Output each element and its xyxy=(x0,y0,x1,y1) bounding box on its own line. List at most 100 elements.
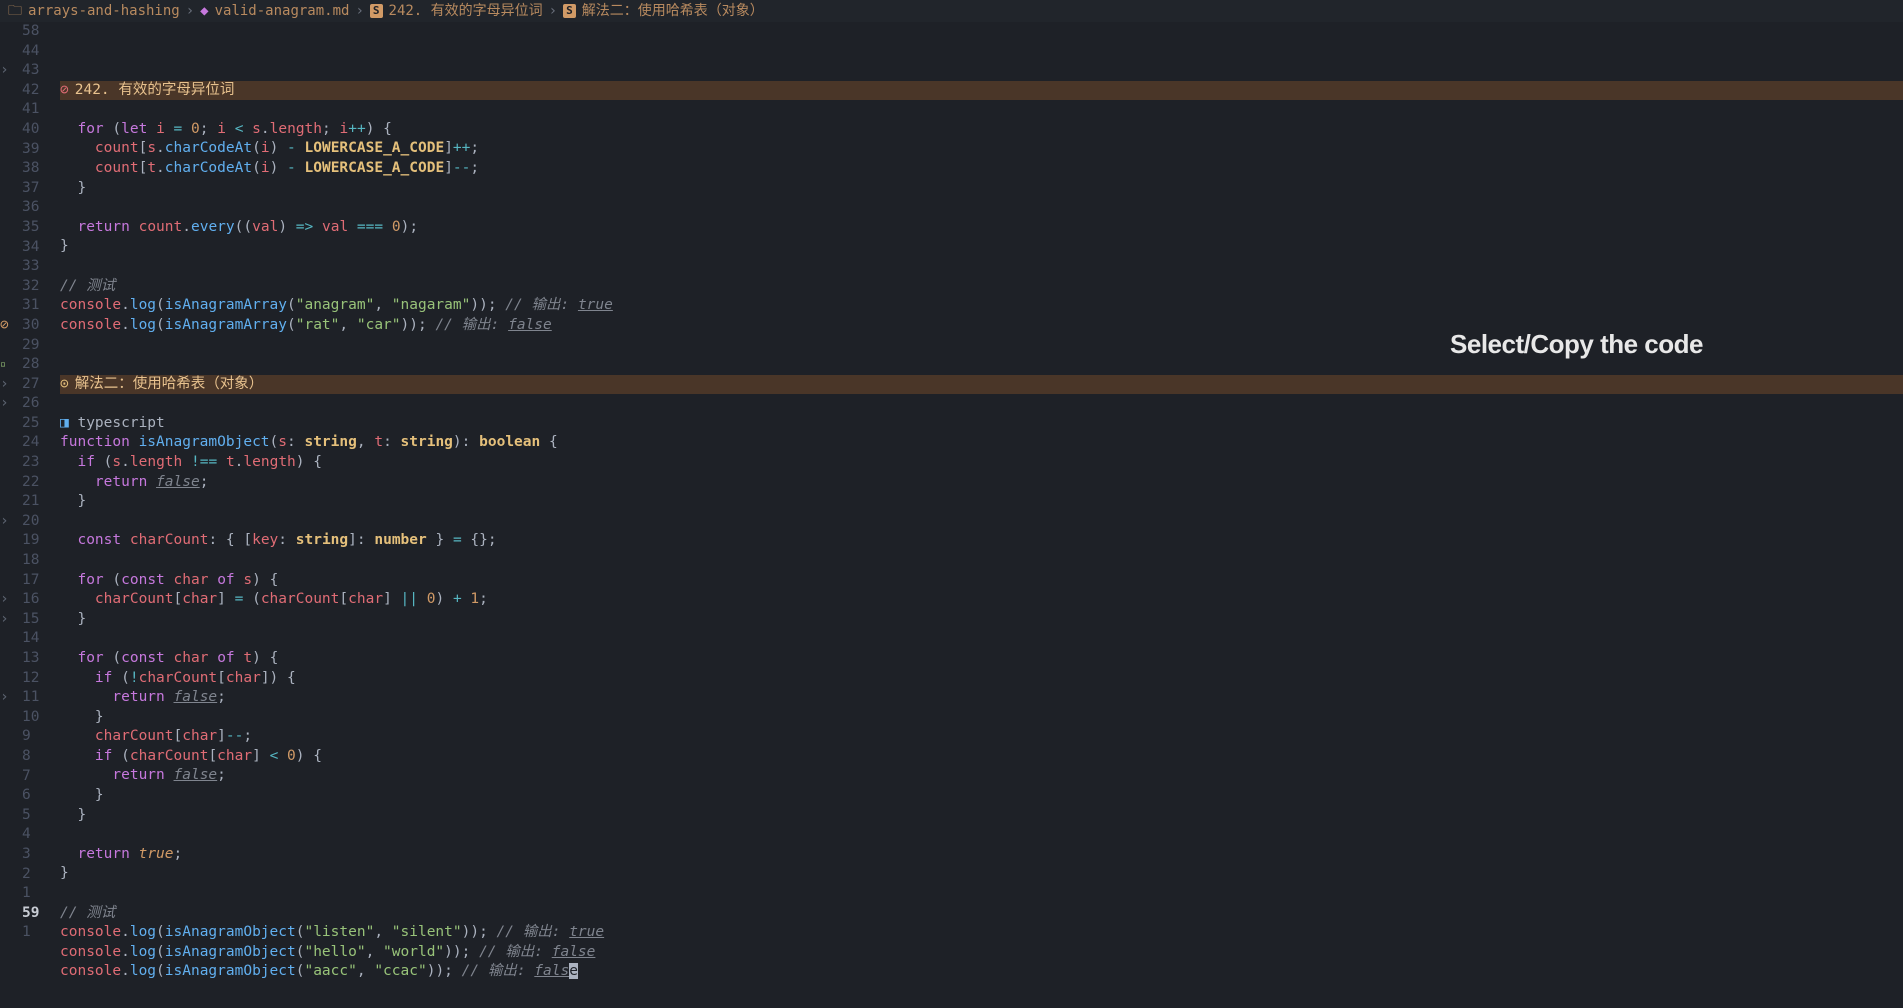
fold-sign-icon: › xyxy=(0,394,9,414)
line-number: 1 xyxy=(22,884,50,904)
code-line[interactable]: const charCount: { [key: string]: number… xyxy=(60,531,1903,551)
line-number: 18 xyxy=(22,551,50,571)
line-number: 42 xyxy=(22,81,50,101)
line-number: 36 xyxy=(22,198,50,218)
section-icon: S xyxy=(370,4,383,19)
section-icon: S xyxy=(563,4,576,19)
code-line[interactable] xyxy=(60,884,1903,904)
heading-icon: ⊙ xyxy=(60,375,69,395)
code-editor[interactable]: ›⊘▫›››››› 584443424140393837363534333231… xyxy=(0,22,1903,1002)
code-line[interactable]: return false; xyxy=(60,473,1903,493)
code-line[interactable]: if (charCount[char] < 0) { xyxy=(60,747,1903,767)
line-number: 13 xyxy=(22,649,50,669)
markdown-icon: ◆ xyxy=(200,2,208,21)
line-number: 20 xyxy=(22,512,50,532)
code-line[interactable] xyxy=(60,629,1903,649)
code-line[interactable]: } xyxy=(60,179,1903,199)
line-number: 8 xyxy=(22,747,50,767)
line-number: 7 xyxy=(22,767,50,787)
code-line[interactable]: for (const char of s) { xyxy=(60,571,1903,591)
breadcrumb-section2[interactable]: 解法二：使用哈希表（对象） xyxy=(582,2,764,21)
line-number: 10 xyxy=(22,708,50,728)
code-line[interactable] xyxy=(60,551,1903,571)
code-line[interactable]: } xyxy=(60,864,1903,884)
fold-sign-icon: › xyxy=(0,688,9,708)
line-number: 25 xyxy=(22,414,50,434)
line-number: 22 xyxy=(22,473,50,493)
breadcrumb-folder[interactable]: arrays-and-hashing xyxy=(28,2,180,21)
fold-sign-icon: › xyxy=(0,610,9,630)
line-number: 14 xyxy=(22,629,50,649)
line-number: 44 xyxy=(22,42,50,62)
code-line[interactable]: } xyxy=(60,806,1903,826)
code-line[interactable] xyxy=(60,257,1903,277)
code-line[interactable]: charCount[char] = (charCount[char] || 0)… xyxy=(60,590,1903,610)
code-line[interactable] xyxy=(60,982,1903,1002)
code-line[interactable] xyxy=(60,394,1903,414)
code-line[interactable] xyxy=(60,825,1903,845)
code-line[interactable]: } xyxy=(60,492,1903,512)
line-number: 26 xyxy=(22,394,50,414)
language-label: typescript xyxy=(77,414,164,434)
code-line[interactable] xyxy=(60,512,1903,532)
line-number: 58 xyxy=(22,22,50,42)
line-number: 12 xyxy=(22,669,50,689)
code-line[interactable]: ◨ typescript xyxy=(60,414,1903,434)
line-number: 6 xyxy=(22,786,50,806)
code-line[interactable]: // 测试 xyxy=(60,277,1903,297)
code-line[interactable]: charCount[char]--; xyxy=(60,727,1903,747)
breadcrumb[interactable]: 🗀 arrays-and-hashing › ◆ valid-anagram.m… xyxy=(0,0,1903,22)
code-line[interactable]: function isAnagramObject(s: string, t: s… xyxy=(60,433,1903,453)
code-line[interactable]: if (!charCount[char]) { xyxy=(60,669,1903,689)
code-line[interactable]: return false; xyxy=(60,766,1903,786)
line-number: 23 xyxy=(22,453,50,473)
code-line[interactable]: for (const char of t) { xyxy=(60,649,1903,669)
code-line[interactable]: console.log(isAnagramObject("listen", "s… xyxy=(60,923,1903,943)
breadcrumb-section1[interactable]: 242. 有效的字母异位词 xyxy=(389,2,543,21)
line-number: 33 xyxy=(22,257,50,277)
line-number: 40 xyxy=(22,120,50,140)
heading-text: 解法二：使用哈希表（对象） xyxy=(75,375,264,395)
code-area[interactable]: Select/Copy the code ⊘242. 有效的字母异位词 for … xyxy=(60,22,1903,1002)
code-line[interactable]: console.log(isAnagramArray("anagram", "n… xyxy=(60,296,1903,316)
code-line[interactable]: count[s.charCodeAt(i) - LOWERCASE_A_CODE… xyxy=(60,139,1903,159)
code-line[interactable]: } xyxy=(60,708,1903,728)
code-line[interactable]: if (s.length !== t.length) { xyxy=(60,453,1903,473)
line-number: 19 xyxy=(22,531,50,551)
line-number: 24 xyxy=(22,433,50,453)
sign-column: ›⊘▫›››››› xyxy=(0,22,22,1002)
code-line[interactable]: } xyxy=(60,237,1903,257)
code-line[interactable]: } xyxy=(60,610,1903,630)
warn-icon: ⊘ xyxy=(60,81,69,101)
line-number-gutter: 5844434241403938373635343332313029282726… xyxy=(22,22,60,1002)
fold-sign-icon: › xyxy=(0,512,9,532)
code-line[interactable]: ⊙ 解法二：使用哈希表（对象） xyxy=(60,375,1903,395)
code-line[interactable]: ⊘242. 有效的字母异位词 xyxy=(60,81,1903,101)
fold-sign-icon: › xyxy=(0,61,9,81)
breadcrumb-file[interactable]: valid-anagram.md xyxy=(215,2,350,21)
code-line[interactable]: return true; xyxy=(60,845,1903,865)
line-number: 41 xyxy=(22,100,50,120)
fold-sign-icon: › xyxy=(0,375,9,395)
code-line[interactable]: // 测试 xyxy=(60,904,1903,924)
code-line[interactable]: return count.every((val) => val === 0); xyxy=(60,218,1903,238)
add-sign-icon: ▫ xyxy=(0,358,6,372)
line-number: 11 xyxy=(22,688,50,708)
code-line[interactable]: console.log(isAnagramObject("aacc", "cca… xyxy=(60,962,1903,982)
line-number: 16 xyxy=(22,590,50,610)
line-number: 1 xyxy=(22,923,50,943)
line-number: 3 xyxy=(22,845,50,865)
code-line[interactable] xyxy=(60,100,1903,120)
line-number: 15 xyxy=(22,610,50,630)
code-line[interactable]: console.log(isAnagramObject("hello", "wo… xyxy=(60,943,1903,963)
code-line[interactable] xyxy=(60,198,1903,218)
line-number: 32 xyxy=(22,277,50,297)
code-line[interactable]: count[t.charCodeAt(i) - LOWERCASE_A_CODE… xyxy=(60,159,1903,179)
line-number: 17 xyxy=(22,571,50,591)
code-line[interactable]: return false; xyxy=(60,688,1903,708)
code-line[interactable]: for (let i = 0; i < s.length; i++) { xyxy=(60,120,1903,140)
code-line[interactable]: } xyxy=(60,786,1903,806)
line-number: 28 xyxy=(22,355,50,375)
line-number: 37 xyxy=(22,179,50,199)
line-number: 31 xyxy=(22,296,50,316)
